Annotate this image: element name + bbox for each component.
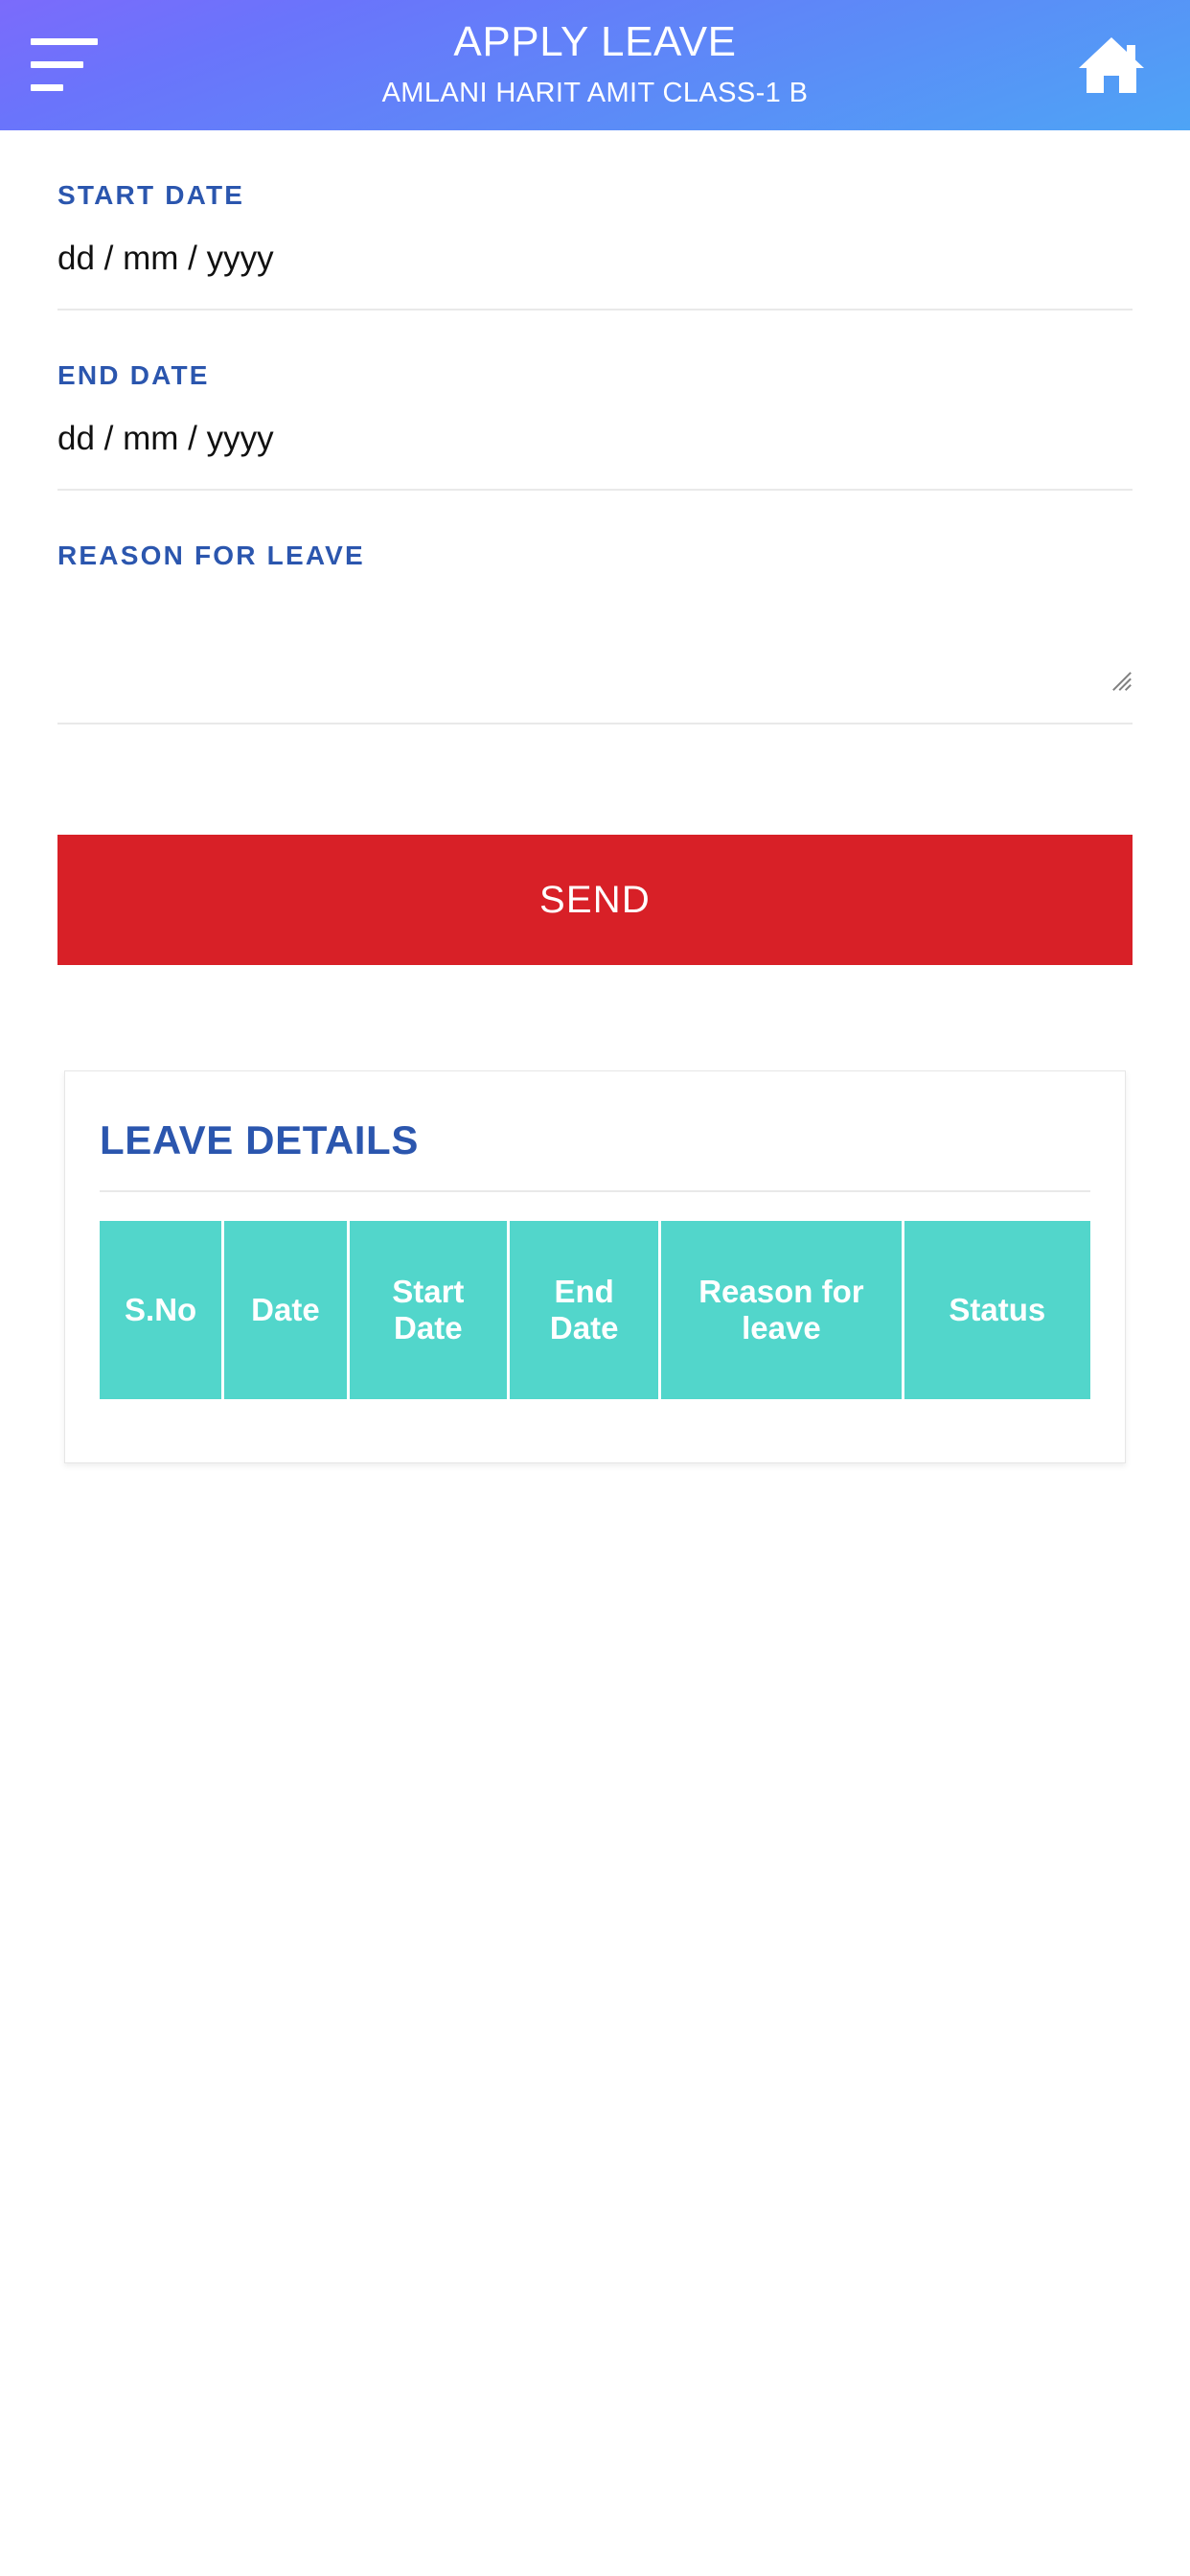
start-date-input[interactable] (57, 240, 1133, 278)
hamburger-menu-icon[interactable] (31, 38, 102, 96)
leave-details-card: LEAVE DETAILS S.No Date Start Date End D… (64, 1070, 1126, 1463)
reason-group: REASON FOR LEAVE (57, 540, 1133, 724)
column-header-sno: S.No (100, 1221, 225, 1399)
start-date-group: START DATE (57, 180, 1133, 310)
end-date-label: END DATE (57, 360, 210, 390)
leave-details-table: S.No Date Start Date End Date Reason for… (100, 1221, 1090, 1399)
reason-underline (57, 723, 1133, 724)
home-icon[interactable] (1073, 31, 1150, 100)
leave-details-table-head: S.No Date Start Date End Date Reason for… (100, 1221, 1090, 1399)
column-header-start-date: Start Date (349, 1221, 511, 1399)
reason-input-wrapper (57, 596, 1133, 692)
end-date-group: END DATE (57, 360, 1133, 491)
send-button[interactable]: SEND (57, 835, 1133, 965)
hamburger-line-2 (31, 61, 83, 68)
leave-details-divider (100, 1190, 1090, 1192)
hamburger-line-1 (31, 38, 98, 45)
reason-for-leave-input[interactable] (57, 596, 1133, 692)
hamburger-line-3 (31, 84, 63, 91)
column-header-end-date: End Date (510, 1221, 662, 1399)
reason-for-leave-label: REASON FOR LEAVE (57, 540, 365, 570)
end-date-input[interactable] (57, 420, 1133, 458)
column-header-status: Status (904, 1221, 1090, 1399)
column-header-date: Date (224, 1221, 350, 1399)
end-date-underline (57, 489, 1133, 491)
apply-leave-form: START DATE END DATE REASON FOR LEAVE SEN… (0, 180, 1190, 965)
app-header-titles: APPLY LEAVE AMLANI HARIT AMIT CLASS-1 B (382, 21, 809, 107)
start-date-label: START DATE (57, 180, 245, 210)
student-name-class: AMLANI HARIT AMIT CLASS-1 B (381, 78, 809, 108)
table-header-row: S.No Date Start Date End Date Reason for… (100, 1221, 1090, 1399)
page-title: APPLY LEAVE (453, 18, 737, 65)
column-header-reason-for-leave: Reason for leave (661, 1221, 904, 1399)
leave-details-title: LEAVE DETAILS (100, 1117, 419, 1162)
start-date-underline (57, 309, 1133, 310)
app-header: APPLY LEAVE AMLANI HARIT AMIT CLASS-1 B (0, 0, 1190, 130)
